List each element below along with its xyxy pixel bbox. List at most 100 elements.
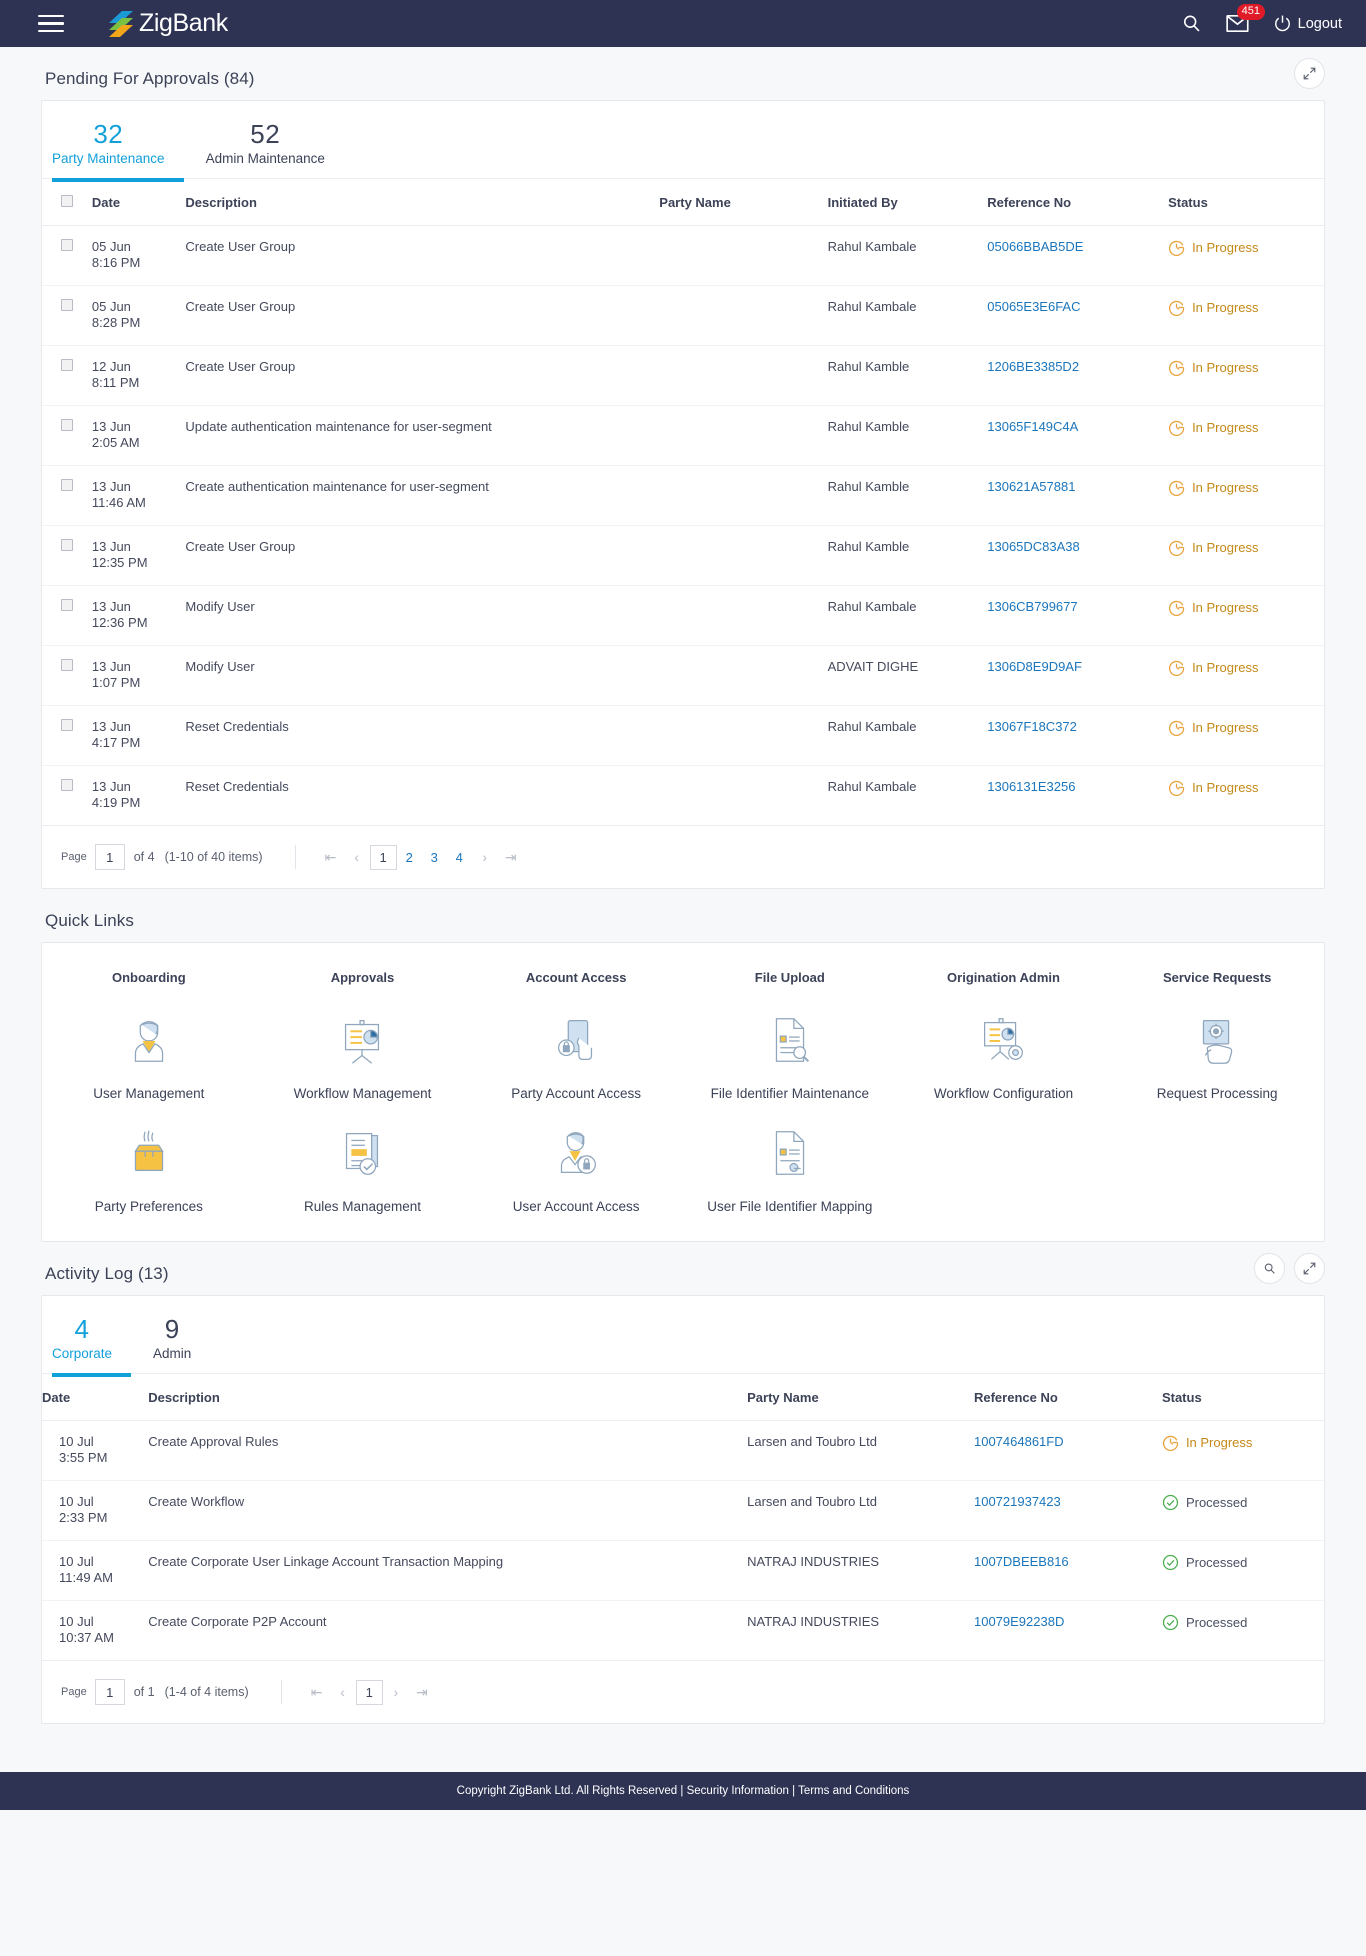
quick-link-party-preferences[interactable]: Party Preferences	[42, 1102, 256, 1215]
row-checkbox[interactable]	[61, 599, 73, 611]
terms-and-conditions-link[interactable]: Terms and Conditions	[798, 1785, 909, 1797]
last-page-icon[interactable]: ⇥	[498, 849, 524, 866]
page-input[interactable]	[94, 844, 125, 870]
quick-link-user-file-identifier-mapping[interactable]: User File Identifier Mapping	[683, 1102, 897, 1215]
status-label: In Progress	[1192, 360, 1259, 375]
pager-divider	[294, 845, 296, 869]
next-page-icon[interactable]: ›	[472, 849, 498, 865]
row-checkbox[interactable]	[61, 779, 73, 791]
reference-link[interactable]: 1007DBEEB816	[974, 1554, 1069, 1569]
party-preferences-icon	[120, 1120, 178, 1182]
page-number[interactable]: 1	[355, 1679, 383, 1705]
row-checkbox[interactable]	[61, 299, 73, 311]
row-checkbox[interactable]	[61, 359, 73, 371]
table-row[interactable]: 05 Jun 8:16 PM Create User Group Rahul Kamb…	[42, 225, 1324, 286]
search-icon[interactable]	[1181, 13, 1202, 34]
table-row[interactable]: 05 Jun 8:28 PM Create User Group Rahul Kamb…	[42, 285, 1324, 346]
table-row[interactable]: 13 Jun 12:35 PM Create User Group Rahul Kam…	[42, 525, 1324, 586]
cell-party-name	[659, 645, 828, 706]
search-icon[interactable]	[1254, 1253, 1285, 1284]
quick-link-user-management[interactable]: User Management	[42, 989, 256, 1102]
logout-button[interactable]: Logout	[1273, 14, 1342, 33]
quick-link-rules-management[interactable]: Rules Management	[256, 1102, 470, 1215]
table-row[interactable]: 13 Jun 4:17 PM Reset Credentials Rahul Kamb…	[42, 705, 1324, 766]
row-select-cell	[42, 585, 92, 646]
row-checkbox[interactable]	[61, 659, 73, 671]
first-page-icon[interactable]: ⇤	[304, 1684, 330, 1701]
reference-link[interactable]: 13065DC83A38	[987, 539, 1080, 554]
table-row[interactable]: 12 Jun 8:11 PM Create User Group Rahul Kamb…	[42, 345, 1324, 406]
reference-link[interactable]: 130621A57881	[987, 479, 1075, 494]
approvals-table-head: Date Description Party Name Initiated By…	[42, 179, 1324, 226]
quick-link-user-account-access[interactable]: User Account Access	[469, 1102, 683, 1215]
quick-link-file-identifier-maintenance[interactable]: File Identifier Maintenance	[683, 989, 897, 1102]
quick-link-party-account-access[interactable]: Party Account Access	[469, 989, 683, 1102]
table-row[interactable]: 10 Jul 11:49 AM Create Corporate User Link…	[42, 1540, 1324, 1601]
quick-link-workflow-management[interactable]: Workflow Management	[256, 989, 470, 1102]
cell-party-name	[659, 766, 827, 826]
prev-page-icon[interactable]: ‹	[330, 1684, 356, 1700]
hamburger-icon[interactable]	[38, 10, 64, 38]
next-page-icon[interactable]: ›	[383, 1684, 409, 1700]
table-row[interactable]: 10 Jul 10:37 AM Create Corporate P2P Accou…	[42, 1601, 1324, 1661]
cell-status: Processed	[1162, 1601, 1324, 1661]
mail-icon[interactable]: 451	[1225, 4, 1265, 33]
cell-description: Create User Group	[185, 345, 660, 406]
reference-link[interactable]: 1007464861FD	[974, 1434, 1064, 1449]
select-all-checkbox[interactable]	[61, 195, 73, 207]
security-information-link[interactable]: Security Information	[687, 1785, 789, 1797]
status-label: In Progress	[1185, 1435, 1253, 1450]
copyright-text: Copyright ZigBank Ltd. All Rights Reserv…	[456, 1785, 678, 1797]
page-number[interactable]: 1	[369, 844, 397, 870]
tab-admin[interactable]: 9 Admin	[153, 1312, 210, 1377]
expand-icon[interactable]	[1294, 1253, 1325, 1284]
status-label: Processed	[1185, 1555, 1248, 1570]
table-row[interactable]: 13 Jun 11:46 AM Create authentication main…	[42, 465, 1324, 526]
page-input[interactable]	[94, 1679, 125, 1705]
cell-date: 13 Jun 4:17 PM	[91, 705, 186, 766]
table-row[interactable]: 13 Jun 2:05 AM Update authentication maint…	[42, 405, 1324, 466]
activity-log-table: Date Description Party Name Reference No…	[42, 1374, 1324, 1660]
quick-link-request-processing[interactable]: Request Processing	[1110, 989, 1324, 1102]
status-label: In Progress	[1192, 660, 1259, 675]
in-progress-icon	[1169, 240, 1185, 256]
reference-link[interactable]: 13065F149C4A	[987, 419, 1078, 434]
reference-link[interactable]: 13067F18C372	[987, 719, 1077, 734]
page-number[interactable]: 3	[422, 847, 447, 868]
row-checkbox[interactable]	[61, 419, 73, 431]
table-row[interactable]: 13 Jun 4:19 PM Reset Credentials Rahul Kamb…	[42, 766, 1324, 826]
first-page-icon[interactable]: ⇤	[318, 849, 344, 866]
brand[interactable]: ZigBank	[108, 9, 228, 38]
table-row[interactable]: 13 Jun 12:36 PM Modify User Rahul Kambale 13…	[42, 585, 1324, 646]
page-number[interactable]: 2	[397, 847, 422, 868]
power-icon	[1274, 15, 1290, 32]
tab-admin-maintenance[interactable]: 52 Admin Maintenance	[206, 117, 344, 182]
reference-link[interactable]: 05066BBAB5DE	[987, 239, 1083, 254]
quick-links-category-2: Approvals	[330, 970, 395, 985]
prev-page-icon[interactable]: ‹	[344, 849, 370, 865]
tab-party-maintenance[interactable]: 32 Party Maintenance	[52, 117, 184, 182]
reference-link[interactable]: 100721937423	[974, 1494, 1061, 1509]
cell-date: 10 Jul 2:33 PM	[42, 1480, 149, 1541]
last-page-icon[interactable]: ⇥	[409, 1684, 435, 1701]
reference-link[interactable]: 1206BE3385D2	[987, 359, 1079, 374]
reference-link[interactable]: 05065E3E6FAC	[987, 299, 1080, 314]
row-checkbox[interactable]	[61, 239, 73, 251]
table-row[interactable]: 10 Jul 2:33 PM Create Workflow Larsen and T…	[42, 1480, 1324, 1541]
tab-corporate[interactable]: 4 Corporate	[52, 1312, 132, 1377]
expand-icon[interactable]	[1294, 58, 1325, 89]
reference-link[interactable]: 10079E92238D	[974, 1614, 1064, 1629]
row-checkbox[interactable]	[61, 539, 73, 551]
reference-link[interactable]: 1306D8E9D9AF	[987, 659, 1082, 674]
reference-link[interactable]: 1306CB799677	[987, 599, 1077, 614]
cell-party-name: NATRAJ INDUSTRIES	[747, 1540, 974, 1601]
page-number[interactable]: 4	[447, 847, 472, 868]
status-badge: In Progress	[1168, 419, 1324, 436]
table-row[interactable]: 13 Jun 1:07 PM Modify User ADVAIT DIGHE 1306…	[42, 645, 1324, 706]
table-row[interactable]: 10 Jul 3:55 PM Create Approval Rules Larsen…	[42, 1420, 1324, 1481]
row-checkbox[interactable]	[61, 719, 73, 731]
row-checkbox[interactable]	[61, 479, 73, 491]
reference-link[interactable]: 1306131E3256	[987, 779, 1075, 794]
quick-link-workflow-configuration[interactable]: Workflow Configuration	[897, 989, 1111, 1102]
cell-initiated-by: Rahul Kambale	[827, 779, 917, 794]
